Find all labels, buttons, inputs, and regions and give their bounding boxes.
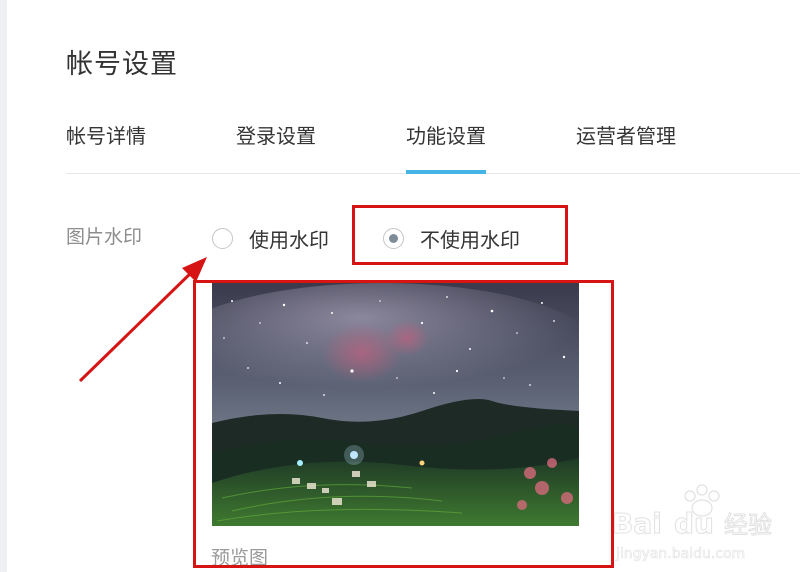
svg-text:du: du: [674, 507, 714, 540]
watermark-setting-label: 图片水印: [66, 226, 143, 248]
tab-account-details[interactable]: 帐号详情: [66, 120, 146, 172]
tab-login-settings[interactable]: 登录设置: [236, 120, 316, 172]
radio-checked-icon[interactable]: [383, 227, 404, 249]
preview-image: [212, 283, 579, 526]
tab-operator-management[interactable]: 运营者管理: [576, 120, 676, 172]
use-watermark-label: 使用水印: [249, 227, 329, 252]
svg-text:经验: 经验: [724, 511, 772, 539]
settings-tabs: 帐号详情 登录设置 功能设置 运营者管理: [66, 118, 800, 174]
page-title: 帐号设置: [66, 49, 178, 80]
baidu-jingyan-watermark-logo: Bai du 经验 jingyan.baidu.com: [612, 484, 773, 562]
svg-text:jingyan.baidu.com: jingyan.baidu.com: [615, 546, 745, 562]
svg-text:Bai: Bai: [612, 507, 662, 540]
preview-caption: 预览图: [211, 547, 269, 569]
radio-unchecked-icon[interactable]: [212, 227, 233, 249]
no-watermark-label: 不使用水印: [420, 227, 520, 252]
no-watermark-radio[interactable]: 不使用水印: [383, 222, 520, 254]
tab-feature-settings[interactable]: 功能设置: [406, 120, 486, 174]
left-edge-panel: [0, 0, 7, 572]
use-watermark-radio[interactable]: 使用水印: [212, 222, 329, 254]
